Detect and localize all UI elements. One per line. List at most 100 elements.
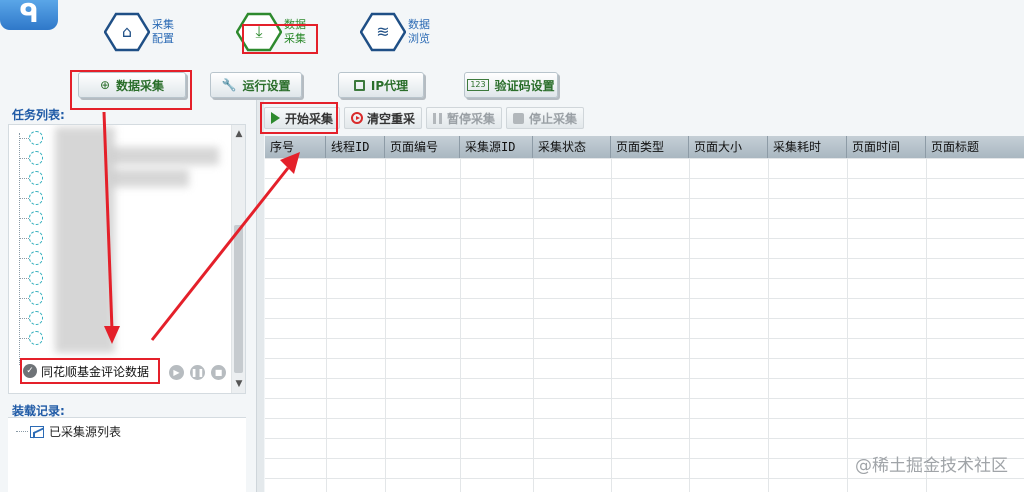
stop-icon[interactable]: ■: [211, 365, 226, 380]
column-header[interactable]: 页面大小: [689, 136, 768, 158]
column-header[interactable]: 页面时间: [847, 136, 926, 158]
tree-node[interactable]: [19, 251, 47, 265]
grid-header: 序号 线程ID 页面编号 采集源ID 采集状态 页面类型 页面大小 采集耗时 页…: [265, 136, 1024, 158]
node-circle-icon: [29, 171, 43, 185]
tree-node[interactable]: [19, 131, 47, 145]
frame-icon: [353, 79, 365, 91]
grid-line: [689, 158, 690, 492]
node-circle-icon: [29, 291, 43, 305]
grid-line: [926, 158, 927, 492]
grid-body[interactable]: [265, 158, 1024, 492]
nav-data-collect[interactable]: ⤓ 数据 采集: [236, 6, 314, 58]
grid-line: [460, 158, 461, 492]
pause-icon[interactable]: ❚❚: [190, 365, 205, 380]
play-icon: [271, 112, 280, 124]
task-name: 同花顺基金评论数据: [41, 364, 150, 379]
tree-node[interactable]: [19, 331, 47, 345]
clear-recollect-button[interactable]: 清空重采: [344, 107, 423, 129]
nav-label-line1: 数据: [284, 18, 306, 31]
pause-collect-label: 暂停采集: [447, 111, 496, 126]
column-header[interactable]: 序号: [265, 136, 326, 158]
collect-grid[interactable]: 序号 线程ID 页面编号 采集源ID 采集状态 页面类型 页面大小 采集耗时 页…: [265, 136, 1024, 492]
column-header[interactable]: 采集状态: [533, 136, 611, 158]
app-logo: ᑫ: [0, 0, 58, 30]
node-circle-icon: [29, 331, 43, 345]
nav-label-line1: 数据: [408, 18, 430, 31]
obscured-task-names: [109, 147, 219, 165]
grid-line: [768, 158, 769, 492]
node-circle-icon: [29, 151, 43, 165]
tree-node[interactable]: [19, 191, 47, 205]
tree-connector: [16, 431, 28, 432]
records-tree[interactable]: 已采集源列表: [8, 417, 246, 492]
watermark: @稀土掘金技术社区: [855, 456, 1008, 476]
play-icon[interactable]: ▶: [169, 365, 184, 380]
data-collect-button[interactable]: ⊕ 数据采集: [78, 72, 186, 98]
check-circle-icon: ✓: [23, 364, 37, 378]
column-header[interactable]: 采集耗时: [768, 136, 847, 158]
collect-toolbar: 开始采集 清空重采 暂停采集 停止采集: [264, 106, 588, 130]
pause-icon: [433, 112, 443, 124]
tree-node[interactable]: [19, 271, 47, 285]
grid-line: [847, 158, 848, 492]
ip-proxy-label: IP代理: [370, 78, 409, 93]
nav-data-browse[interactable]: ≋ 数据 浏览: [360, 6, 438, 58]
task-list-title: 任务列表:: [12, 108, 65, 122]
stop-collect-button[interactable]: 停止采集: [506, 107, 585, 129]
download-icon: ⤓: [236, 12, 282, 52]
obscured-task-names: [55, 127, 115, 353]
clear-recollect-label: 清空重采: [367, 111, 416, 126]
column-header[interactable]: 页面标题: [926, 136, 1024, 158]
nav-label-line2: 采集: [284, 32, 306, 45]
column-header[interactable]: 页面类型: [611, 136, 689, 158]
grid-line: [385, 158, 386, 492]
ip-proxy-button[interactable]: IP代理: [338, 72, 424, 98]
nav-label-line2: 浏览: [408, 32, 430, 45]
start-collect-label: 开始采集: [285, 111, 334, 126]
nav-collect-config[interactable]: ⌂ 采集 配置: [104, 6, 182, 58]
download-circle-icon: ⊕: [99, 78, 111, 92]
pause-collect-button[interactable]: 暂停采集: [426, 107, 503, 129]
record-item[interactable]: 已采集源列表: [16, 423, 121, 440]
wrench-icon: 🔧: [221, 78, 237, 92]
grid-line: [326, 158, 327, 492]
node-circle-icon: [29, 251, 43, 265]
task-item-selected[interactable]: ✓ 同花顺基金评论数据: [23, 361, 149, 381]
replay-icon: [351, 112, 364, 124]
node-circle-icon: [29, 231, 43, 245]
record-item-label: 已采集源列表: [49, 425, 122, 439]
start-collect-button[interactable]: 开始采集: [264, 107, 341, 129]
scroll-up-icon[interactable]: ▲: [232, 127, 245, 141]
captcha-settings-button[interactable]: 123 验证码设置: [464, 72, 558, 98]
tree-node[interactable]: [19, 311, 47, 325]
tree-node[interactable]: [19, 291, 47, 305]
panel-splitter[interactable]: [256, 100, 264, 492]
tree-node[interactable]: [19, 231, 47, 245]
tree-node[interactable]: [19, 151, 47, 165]
column-header[interactable]: 线程ID: [326, 136, 385, 158]
scroll-down-icon[interactable]: ▼: [232, 377, 245, 391]
data-collect-label: 数据采集: [116, 78, 165, 93]
node-circle-icon: [29, 271, 43, 285]
node-circle-icon: [29, 311, 43, 325]
node-circle-icon: [29, 211, 43, 225]
stop-collect-label: 停止采集: [529, 111, 578, 126]
scroll-thumb[interactable]: [234, 225, 243, 373]
layers-icon: ≋: [360, 12, 406, 52]
column-header[interactable]: 页面编号: [385, 136, 460, 158]
tree-node[interactable]: [19, 171, 47, 185]
nav-label-line1: 采集: [152, 18, 174, 31]
nav-label-line2: 配置: [152, 32, 174, 45]
node-circle-icon: [29, 191, 43, 205]
captcha-settings-label: 验证码设置: [494, 78, 555, 93]
grid-line: [611, 158, 612, 492]
run-settings-button[interactable]: 🔧 运行设置: [210, 72, 302, 98]
grid-line: [533, 158, 534, 492]
column-header[interactable]: 采集源ID: [460, 136, 533, 158]
task-tree[interactable]: ✓ 同花顺基金评论数据 ▶ ❚❚ ■ ▲ ▼: [8, 124, 246, 394]
captcha-123-icon: 123: [467, 79, 489, 91]
home-icon: ⌂: [104, 12, 150, 52]
obscured-task-names: [109, 169, 189, 187]
task-tree-scrollbar[interactable]: ▲ ▼: [231, 125, 245, 393]
tree-node[interactable]: [19, 211, 47, 225]
